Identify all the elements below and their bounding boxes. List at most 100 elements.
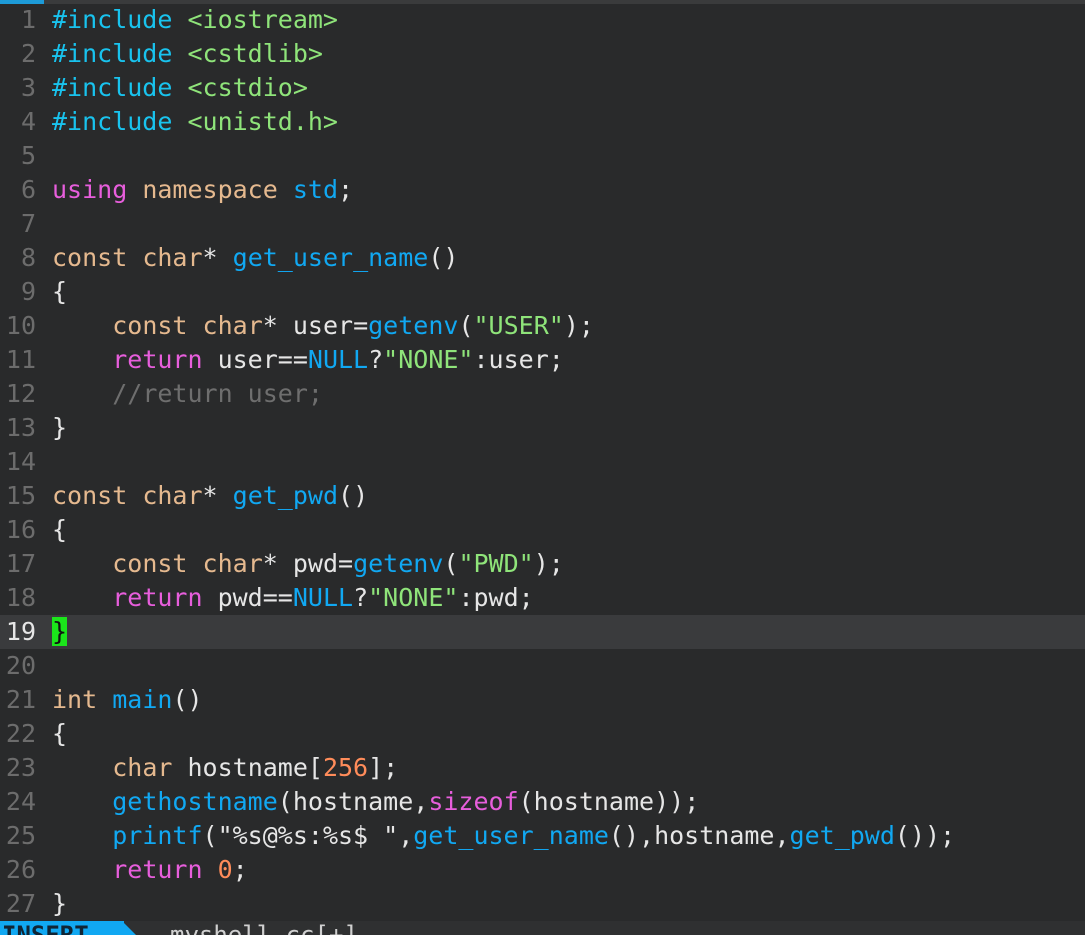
- code-token: *: [202, 243, 233, 272]
- line-number: 25: [5, 821, 36, 850]
- code-token: gethostname: [112, 787, 278, 816]
- code-line[interactable]: 14: [0, 445, 1085, 479]
- code-token: const: [112, 549, 188, 578]
- code-token: 0: [217, 855, 233, 884]
- line-text[interactable]: gethostname(hostname,sizeof(hostname));: [52, 785, 699, 819]
- line-text[interactable]: {: [52, 717, 67, 751]
- line-text[interactable]: //return user;: [52, 377, 323, 411]
- code-token: return: [112, 855, 203, 884]
- line-number: 10: [5, 311, 36, 340]
- code-token: <iostream>: [187, 5, 338, 34]
- code-token: getenv: [368, 311, 459, 340]
- line-text[interactable]: #include <cstdio>: [52, 71, 308, 105]
- code-token: main: [112, 685, 173, 714]
- line-number: 22: [5, 719, 36, 748]
- code-line[interactable]: 6 using namespace std;: [0, 173, 1085, 207]
- code-line[interactable]: 23 char hostname[256];: [0, 751, 1085, 785]
- code-token: );: [563, 311, 594, 340]
- code-token: * user=: [262, 311, 369, 340]
- code-line[interactable]: 20: [0, 649, 1085, 683]
- code-token: const: [112, 311, 188, 340]
- code-line[interactable]: 17 const char* pwd=getenv("PWD");: [0, 547, 1085, 581]
- code-line[interactable]: 5: [0, 139, 1085, 173]
- code-line[interactable]: 25 printf("%s@%s:%s$ ",get_user_name(),h…: [0, 819, 1085, 853]
- line-text[interactable]: #include <unistd.h>: [52, 105, 338, 139]
- code-line[interactable]: 3 #include <cstdio>: [0, 71, 1085, 105]
- code-line[interactable]: 26 return 0;: [0, 853, 1085, 887]
- line-text[interactable]: char hostname[256];: [52, 751, 398, 785]
- code-line[interactable]: 4 #include <unistd.h>: [0, 105, 1085, 139]
- line-number: 14: [5, 447, 36, 476]
- code-token: pwd==: [202, 583, 293, 612]
- line-text[interactable]: const char* get_pwd(): [52, 479, 368, 513]
- code-line[interactable]: 24 gethostname(hostname,sizeof(hostname)…: [0, 785, 1085, 819]
- code-line[interactable]: 22 {: [0, 717, 1085, 751]
- line-text[interactable]: const char* pwd=getenv("PWD");: [52, 547, 564, 581]
- line-text[interactable]: printf("%s@%s:%s$ ",get_user_name(),host…: [52, 819, 955, 853]
- mode-indicator: INSERT: [0, 921, 124, 935]
- code-line[interactable]: 18 return pwd==NULL?"NONE":pwd;: [0, 581, 1085, 615]
- code-token: ?: [368, 345, 384, 374]
- code-token: (: [458, 311, 474, 340]
- line-number: 23: [5, 753, 36, 782]
- line-text[interactable]: }: [52, 411, 67, 445]
- line-text[interactable]: {: [52, 275, 67, 309]
- code-token: #include: [52, 107, 188, 136]
- line-number: 11: [5, 345, 36, 374]
- line-number: 1: [20, 5, 36, 34]
- line-text[interactable]: using namespace std;: [52, 173, 353, 207]
- code-token: ("%s@%s:%s$ ",: [202, 821, 414, 850]
- code-line[interactable]: 16 {: [0, 513, 1085, 547]
- code-line[interactable]: 1 #include <iostream>: [0, 3, 1085, 37]
- code-token: (): [172, 685, 203, 714]
- line-text[interactable]: int main(): [52, 683, 203, 717]
- mode-separator-icon: [122, 921, 136, 935]
- code-token: sizeof: [428, 787, 519, 816]
- code-token: (hostname,: [277, 787, 429, 816]
- code-token: <cstdio>: [187, 73, 308, 102]
- line-text[interactable]: const char* get_user_name(): [52, 241, 458, 275]
- code-token: ;: [232, 855, 248, 884]
- code-line[interactable]: 15 const char* get_pwd(): [0, 479, 1085, 513]
- line-text[interactable]: return 0;: [52, 853, 248, 887]
- code-line[interactable]: 9{: [0, 275, 1085, 309]
- line-text[interactable]: {: [52, 513, 67, 547]
- code-token: {: [52, 719, 68, 748]
- code-line[interactable]: 8 const char* get_user_name(): [0, 241, 1085, 275]
- code-token: NULL: [292, 583, 354, 612]
- code-line[interactable]: 19}: [0, 615, 1085, 649]
- code-line[interactable]: 27}: [0, 887, 1085, 921]
- code-token: #include: [52, 73, 188, 102]
- vim-editor[interactable]: 1 #include <iostream> 2 #include <cstdlib> 3…: [0, 0, 1085, 935]
- line-text[interactable]: return user==NULL?"NONE":user;: [52, 343, 564, 377]
- code-area[interactable]: 1 #include <iostream> 2 #include <cstdlib> 3…: [0, 3, 1085, 921]
- code-token: using: [52, 175, 128, 204]
- code-line[interactable]: 2 #include <cstdlib>: [0, 37, 1085, 71]
- code-line[interactable]: 7: [0, 207, 1085, 241]
- code-line[interactable]: 21 int main(): [0, 683, 1085, 717]
- line-number: 5: [20, 141, 36, 170]
- code-token: (),hostname,: [608, 821, 790, 850]
- line-text[interactable]: const char* user=getenv("USER");: [52, 309, 594, 343]
- code-line[interactable]: 12 //return user;: [0, 377, 1085, 411]
- line-text[interactable]: #include <cstdlib>: [52, 37, 323, 71]
- code-line[interactable]: 13}: [0, 411, 1085, 445]
- code-line[interactable]: 11 return user==NULL?"NONE":user;: [0, 343, 1085, 377]
- line-text[interactable]: }: [52, 615, 68, 649]
- code-token: get_user_name: [232, 243, 429, 272]
- code-token: {: [52, 515, 68, 544]
- line-text[interactable]: }: [52, 887, 67, 921]
- code-token: ?: [353, 583, 369, 612]
- code-line[interactable]: 10 const char* user=getenv("USER");: [0, 309, 1085, 343]
- line-text[interactable]: #include <iostream>: [52, 3, 338, 37]
- code-token: *: [202, 481, 233, 510]
- line-text[interactable]: return pwd==NULL?"NONE":pwd;: [52, 581, 533, 615]
- code-token: #include: [52, 39, 188, 68]
